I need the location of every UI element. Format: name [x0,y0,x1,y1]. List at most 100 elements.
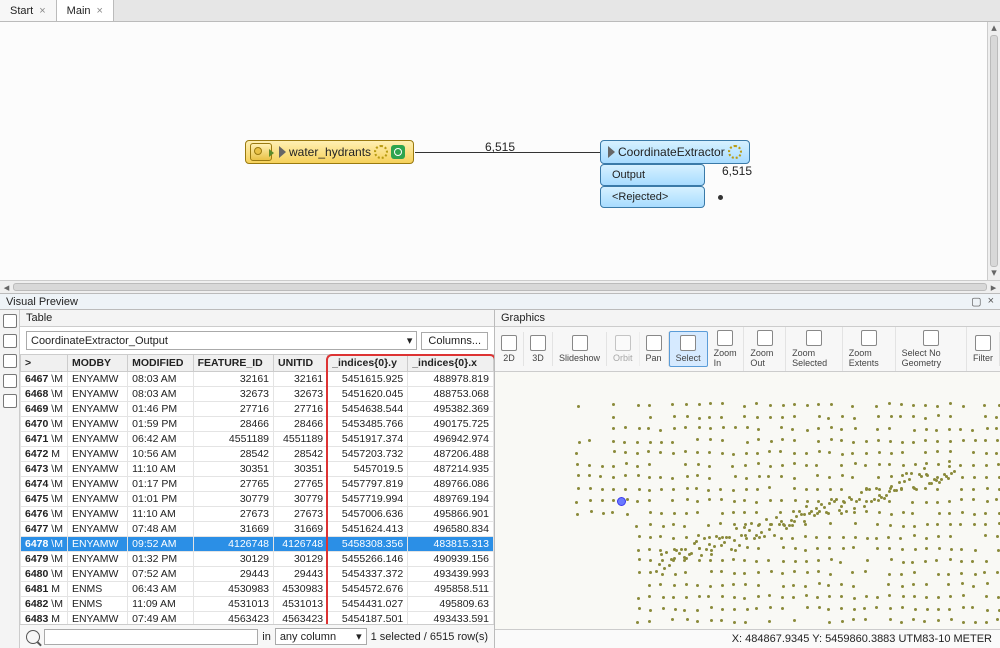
table-row[interactable]: 6475 \MENYAMW01:01 PM30779307795457719.9… [21,492,494,507]
table-row[interactable]: 6471 \MENYAMW06:42 AM4551189455118954519… [21,432,494,447]
toolbtn-zoom-in[interactable]: Zoom In [708,327,745,371]
close-icon[interactable]: × [988,295,994,308]
close-icon[interactable]: × [97,5,103,17]
search-input[interactable] [44,629,258,645]
search-column-dropdown[interactable]: any column ▾ [275,628,367,645]
scroll-up-icon[interactable]: ▴ [988,22,1000,35]
data-point [793,439,796,442]
chart-icon[interactable] [3,374,17,388]
column-header[interactable]: MODIFIED [128,355,193,372]
data-point [805,594,808,597]
search-icon[interactable] [26,630,40,644]
scroll-right-icon[interactable]: ▸ [987,281,1000,294]
table-row[interactable]: 6474 \MENYAMW01:17 PM27765277655457797.8… [21,477,494,492]
data-point [961,582,964,585]
reader-node-water-hydrants[interactable]: water_hydrants [245,140,414,164]
database-icon [250,143,272,161]
toolbtn-3d[interactable]: 3D [524,332,553,366]
data-point [805,452,808,455]
dock-icon[interactable]: ▢ [971,295,981,308]
columns-icon[interactable] [3,354,17,368]
table-row[interactable]: 6483 MENYAMW07:49 AM45634234563423545418… [21,612,494,625]
canvas-scrollbar-v[interactable]: ▴ ▾ [987,22,1000,280]
table-row[interactable]: 6481 MENMS06:43 AM453098345309835454572.… [21,582,494,597]
data-point [911,501,914,504]
table-row[interactable]: 6472 MENYAMW10:56 AM28542285425457203.73… [21,447,494,462]
data-point [793,403,796,406]
map-view[interactable] [495,372,1000,629]
scroll-thumb-h[interactable] [13,283,987,291]
data-point [661,573,664,576]
scroll-down-icon[interactable]: ▾ [988,267,1000,280]
workflow-canvas[interactable]: water_hydrants 6,515 CoordinateExtractor… [0,22,1000,293]
transformer-node-coordinate-extractor[interactable]: CoordinateExtractor [600,140,750,164]
columns-button[interactable]: Columns... [421,332,488,350]
table-row[interactable]: 6467 \MENYAMW08:03 AM32161321615451615.9… [21,372,494,387]
table-row[interactable]: 6478 \MENYAMW09:52 AM4126748412674854583… [21,537,494,552]
gear-icon[interactable] [374,145,388,159]
inspect-icon[interactable] [391,145,405,159]
dataset-dropdown[interactable]: CoordinateExtractor_Output ▾ [26,331,417,350]
gear-icon[interactable] [728,145,742,159]
table-grid-wrap[interactable]: >MODBYMODIFIEDFEATURE_IDUNITID_indices{0… [20,354,494,624]
scroll-left-icon[interactable]: ◂ [0,281,13,294]
data-point [835,498,838,501]
data-point [769,404,772,407]
tab-main[interactable]: Main× [57,0,114,21]
data-point [663,567,666,570]
toolbtn-select[interactable]: Select [669,331,708,367]
column-header[interactable]: MODBY [67,355,127,372]
chevron-right-icon [608,146,615,158]
data-point [962,439,965,442]
table-row[interactable]: 6480 \MENYAMW07:52 AM29443294435454337.3… [21,567,494,582]
data-point [800,513,803,516]
toolbtn-filter[interactable]: Filter [967,332,1000,366]
table-row[interactable]: 6468 \MENYAMW08:03 AM32673326735451620.0… [21,387,494,402]
table-row[interactable]: 6473 \MENYAMW11:10 AM30351303515457019.5… [21,462,494,477]
toolbtn-zoom-selected[interactable]: Zoom Selected [786,327,843,371]
data-point [985,621,988,624]
column-header[interactable]: UNITID [274,355,328,372]
column-header[interactable]: FEATURE_ID [193,355,273,372]
data-point [636,465,639,468]
toolbtn-zoom-extents[interactable]: Zoom Extents [843,327,896,371]
toolbtn-slideshow[interactable]: Slideshow [553,332,607,366]
data-point [662,607,665,610]
scroll-thumb-v[interactable] [990,35,998,267]
rejected-port[interactable]: <Rejected> [600,186,705,208]
table-row[interactable]: 6469 \MENYAMW01:46 PM27716277165454638.5… [21,402,494,417]
data-point [732,453,735,456]
data-point [851,476,854,479]
cell: 490939.156 [408,552,494,567]
data-point [868,488,871,491]
toolbtn-pan[interactable]: Pan [640,332,669,366]
column-header[interactable]: > [21,355,68,372]
table-row[interactable]: 6476 \MENYAMW11:10 AM27673276735457006.6… [21,507,494,522]
table-row[interactable]: 6477 \MENYAMW07:48 AM31669316695451624.4… [21,522,494,537]
column-header[interactable]: _indices{0}.x [408,355,494,372]
marker-icon[interactable] [3,394,17,408]
column-header[interactable]: _indices{0}.y [328,355,408,372]
data-point [684,548,687,551]
cell: 30129 [193,552,273,567]
cell: 10:56 AM [128,447,193,462]
output-port[interactable]: Output [600,164,705,186]
canvas-scrollbar-h[interactable]: ◂ ▸ [0,280,1000,293]
toolbtn-zoom-out[interactable]: Zoom Out [744,327,786,371]
table-row[interactable]: 6479 \MENYAMW01:32 PM30129301295455266.1… [21,552,494,567]
tab-start[interactable]: Start× [0,0,57,21]
toolbtn-select-no-geometry[interactable]: Select No Geometry [896,327,967,371]
data-point [791,428,794,431]
data-point [576,463,579,466]
view-icon[interactable] [3,314,17,328]
data-point [887,536,890,539]
table-icon[interactable] [3,334,17,348]
table-row[interactable]: 6470 \MENYAMW01:59 PM28466284665453485.7… [21,417,494,432]
data-point [731,465,734,468]
data-point [830,438,833,441]
data-point [720,570,723,573]
toolbtn-2d[interactable]: 2D [495,332,524,366]
data-point [806,429,809,432]
table-row[interactable]: 6482 \MENMS11:09 AM453101345310135454431… [21,597,494,612]
close-icon[interactable]: × [39,5,45,17]
